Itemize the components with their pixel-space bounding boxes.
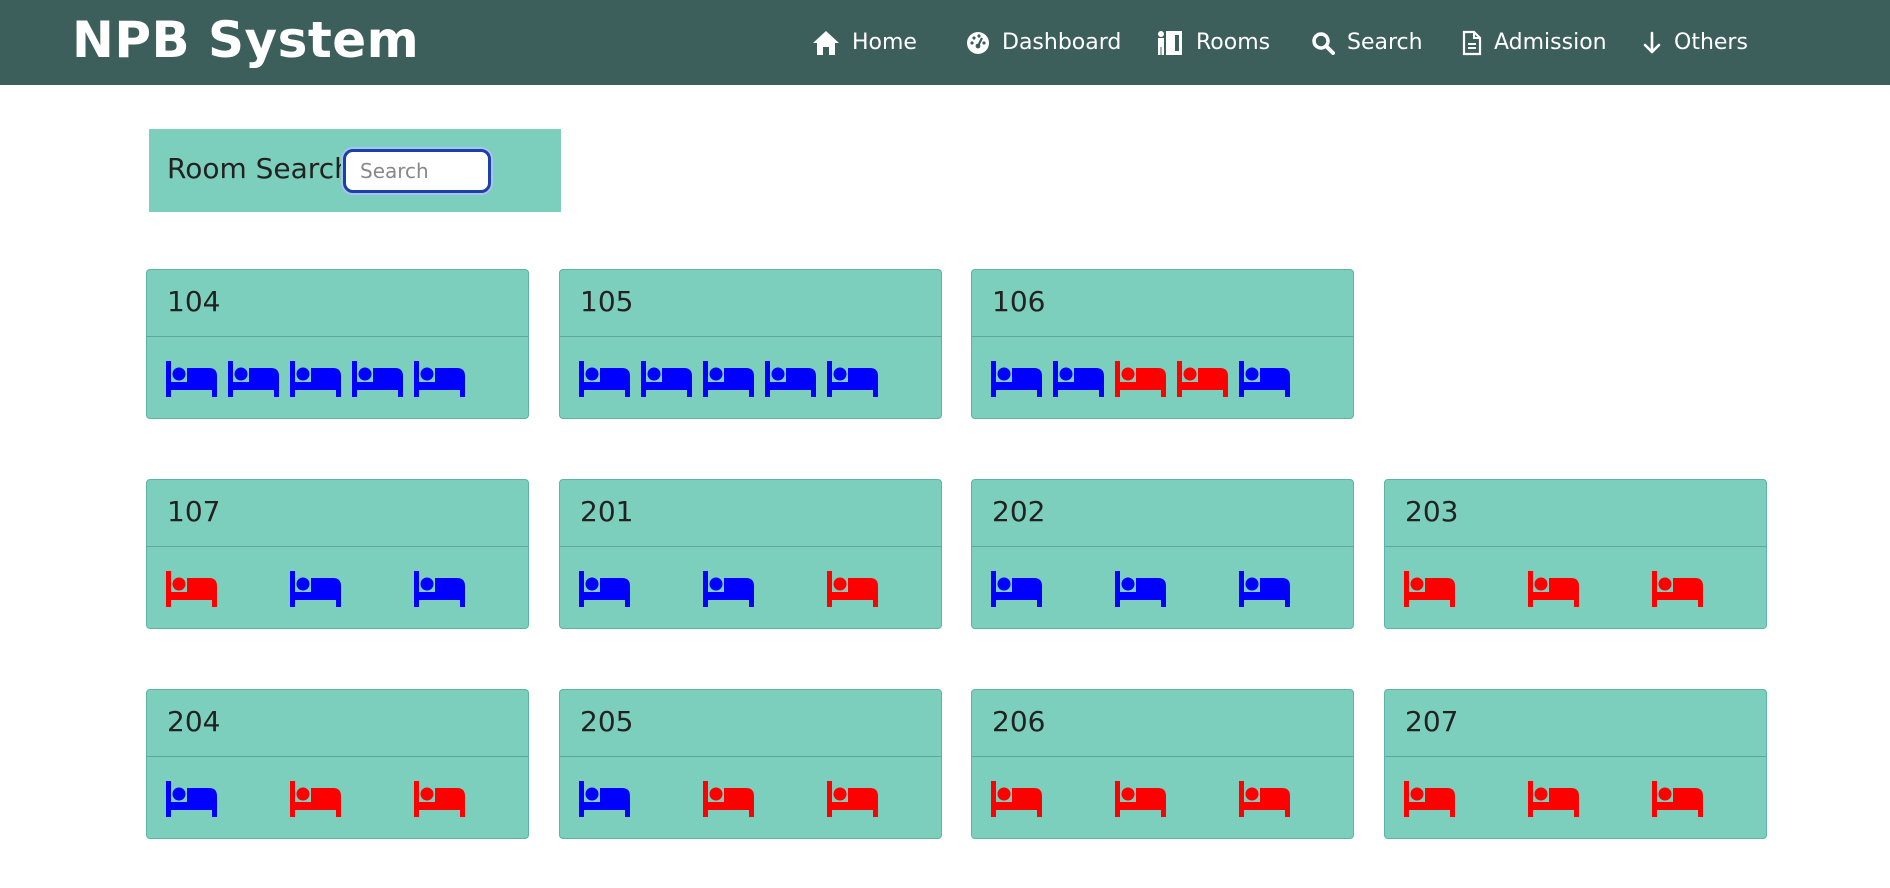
room-search-input[interactable]: [343, 149, 491, 193]
room-card: 105: [559, 269, 942, 419]
room-number: 106: [972, 270, 1353, 337]
room-search-label: Room Search: [167, 152, 352, 185]
bed-icon[interactable]: [1115, 781, 1167, 817]
nav-search-label: Search: [1347, 30, 1423, 55]
room-card: 104: [146, 269, 529, 419]
bed-icon[interactable]: [166, 781, 218, 817]
bed-icon[interactable]: [991, 571, 1043, 607]
bed-icon[interactable]: [1404, 781, 1456, 817]
nav-rooms[interactable]: Rooms: [1157, 0, 1270, 85]
bed-icon[interactable]: [166, 361, 218, 397]
room-beds: [972, 757, 1353, 839]
arrow-down-icon: [1643, 31, 1661, 53]
room-number: 107: [147, 480, 528, 547]
room-number: 205: [560, 690, 941, 757]
bed-icon[interactable]: [414, 361, 466, 397]
room-number: 201: [560, 480, 941, 547]
room-beds: [1385, 547, 1766, 629]
bed-icon[interactable]: [290, 571, 342, 607]
room-number: 203: [1385, 480, 1766, 547]
room-number: 202: [972, 480, 1353, 547]
bed-icon[interactable]: [1239, 781, 1291, 817]
bed-icon[interactable]: [703, 361, 755, 397]
nav-rooms-label: Rooms: [1196, 30, 1271, 55]
nav-others-label: Others: [1674, 30, 1748, 55]
room-card: 203: [1384, 479, 1767, 629]
bed-icon[interactable]: [1404, 571, 1456, 607]
room-beds: [147, 337, 528, 419]
room-beds: [560, 757, 941, 839]
bed-icon[interactable]: [827, 781, 879, 817]
document-icon: [1462, 30, 1482, 55]
bed-icon[interactable]: [1652, 571, 1704, 607]
bed-icon[interactable]: [1528, 781, 1580, 817]
bed-icon[interactable]: [290, 361, 342, 397]
room-card: 207: [1384, 689, 1767, 839]
bed-icon[interactable]: [579, 781, 631, 817]
bed-icon[interactable]: [1053, 361, 1105, 397]
bed-icon[interactable]: [827, 571, 879, 607]
room-number: 207: [1385, 690, 1766, 757]
room-beds: [147, 547, 528, 629]
room-beds: [560, 547, 941, 629]
nav-dashboard-label: Dashboard: [1002, 30, 1122, 55]
nav-admission[interactable]: Admission: [1462, 0, 1607, 85]
room-card: 107: [146, 479, 529, 629]
room-number: 204: [147, 690, 528, 757]
bed-icon[interactable]: [290, 781, 342, 817]
bed-icon[interactable]: [579, 571, 631, 607]
room-card: 202: [971, 479, 1354, 629]
bed-icon[interactable]: [991, 781, 1043, 817]
bed-icon[interactable]: [991, 361, 1043, 397]
room-search-panel: Room Search: [149, 129, 561, 212]
room-beds: [1385, 757, 1766, 839]
nav-dashboard[interactable]: Dashboard: [966, 0, 1121, 85]
bed-icon[interactable]: [414, 781, 466, 817]
bed-icon[interactable]: [228, 361, 280, 397]
search-icon: [1312, 31, 1335, 55]
room-card: 204: [146, 689, 529, 839]
room-number: 104: [147, 270, 528, 337]
bed-icon[interactable]: [703, 781, 755, 817]
rooms-icon: [1158, 30, 1182, 55]
room-card: 201: [559, 479, 942, 629]
dashboard-icon: [967, 31, 989, 54]
bed-icon[interactable]: [1239, 571, 1291, 607]
nav-search[interactable]: Search: [1311, 0, 1423, 85]
nav-home-label: Home: [852, 30, 917, 55]
navbar: NPB System Home Dashboard Rooms Search A…: [0, 0, 1890, 85]
room-beds: [560, 337, 941, 419]
nav-others[interactable]: Others: [1642, 0, 1748, 85]
room-beds: [972, 337, 1353, 419]
room-beds: [147, 757, 528, 839]
bed-icon[interactable]: [1177, 361, 1229, 397]
bed-icon[interactable]: [1652, 781, 1704, 817]
bed-icon[interactable]: [1115, 571, 1167, 607]
room-number: 206: [972, 690, 1353, 757]
bed-icon[interactable]: [765, 361, 817, 397]
nav-admission-label: Admission: [1494, 30, 1607, 55]
brand-title[interactable]: NPB System: [72, 8, 419, 72]
room-card: 106: [971, 269, 1354, 419]
room-number: 105: [560, 270, 941, 337]
bed-icon[interactable]: [579, 361, 631, 397]
bed-icon[interactable]: [1528, 571, 1580, 607]
nav-home[interactable]: Home: [812, 0, 917, 85]
bed-icon[interactable]: [1239, 361, 1291, 397]
bed-icon[interactable]: [641, 361, 693, 397]
bed-icon[interactable]: [414, 571, 466, 607]
bed-icon[interactable]: [827, 361, 879, 397]
home-icon: [813, 30, 839, 55]
room-beds: [972, 547, 1353, 629]
room-card: 205: [559, 689, 942, 839]
bed-icon[interactable]: [352, 361, 404, 397]
room-card: 206: [971, 689, 1354, 839]
bed-icon[interactable]: [166, 571, 218, 607]
bed-icon[interactable]: [703, 571, 755, 607]
bed-icon[interactable]: [1115, 361, 1167, 397]
